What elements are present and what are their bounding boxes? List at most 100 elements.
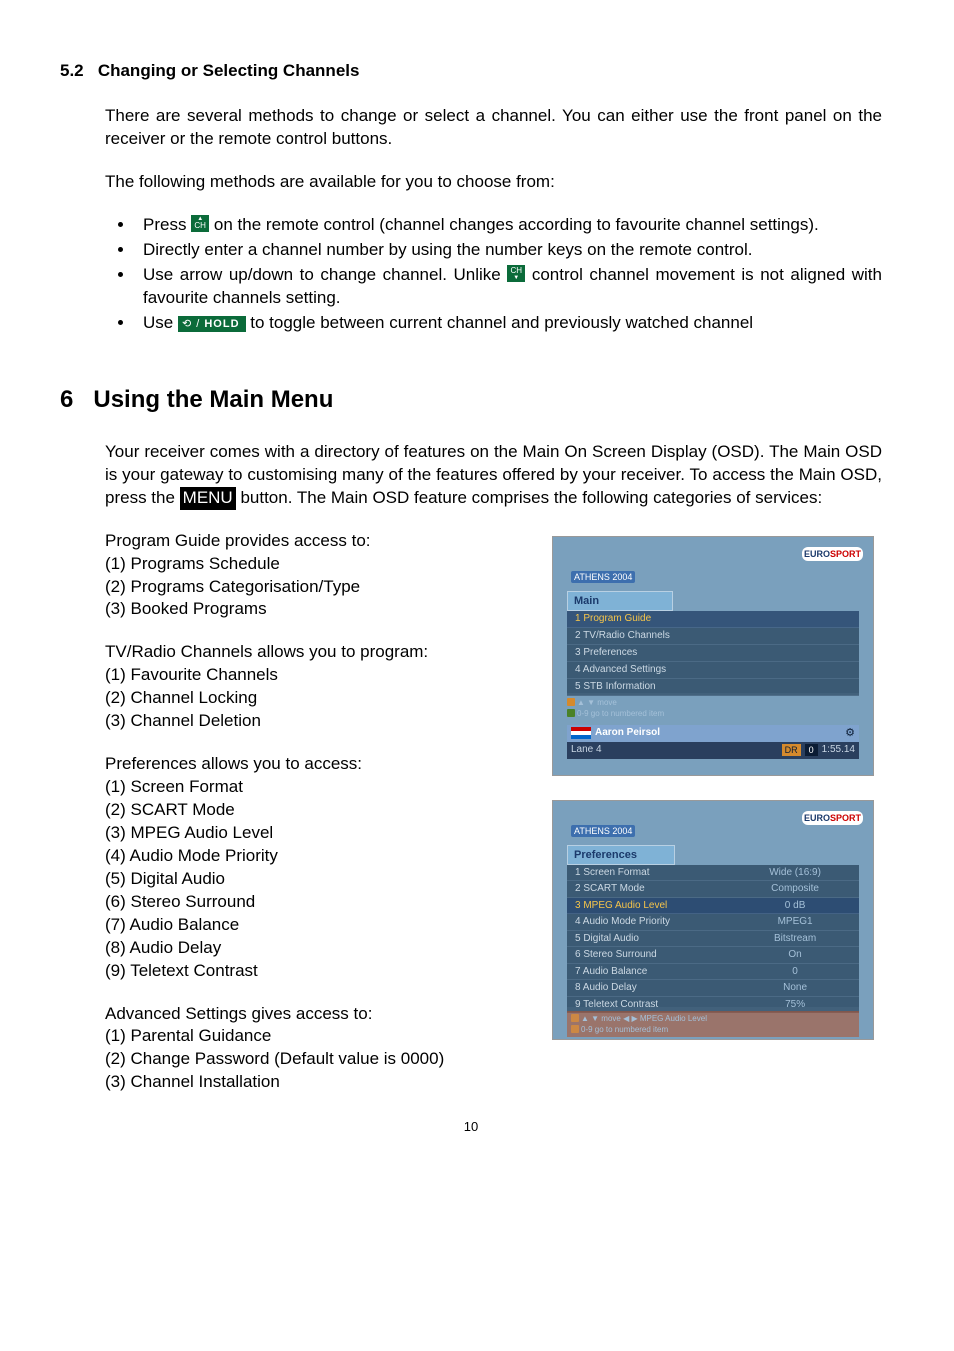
channel-down-icon: CH	[507, 265, 525, 282]
hint-badge-icon	[567, 709, 575, 717]
text: ▲ ▼ move	[577, 698, 617, 707]
flag-icon	[571, 727, 591, 739]
row-value: Wide (16:9)	[731, 865, 859, 881]
osd-row: 5 Digital AudioBitstream	[567, 931, 859, 948]
list-item: (2) Channel Locking	[105, 687, 522, 710]
list-item: Use HOLD to toggle between current chann…	[135, 312, 882, 335]
osd-row: 4 Audio Mode PriorityMPEG1	[567, 914, 859, 931]
list-item: (3) MPEG Audio Level	[105, 822, 522, 845]
list-item: Press CH on the remote control (channel …	[135, 214, 882, 237]
osd-row: 1 Screen FormatWide (16:9)	[567, 865, 859, 882]
osd-hints: ▲ ▼ move ◀ ▶ MPEG Audio Level 0-9 go to …	[567, 1011, 859, 1037]
main-osd-screenshot: EUROSPORT ATHENS 2004 Main 1 Program Gui…	[552, 536, 874, 776]
row-label: 2 SCART Mode	[575, 881, 731, 897]
list-item: (6) Stereo Surround	[105, 891, 522, 914]
eurosport-logo-icon: EUROSPORT	[802, 811, 863, 825]
hold-button-icon: HOLD	[178, 316, 246, 333]
dr-badge: DR	[782, 744, 801, 756]
osd-row: 6 Stereo SurroundOn	[567, 947, 859, 964]
list-item: (1) Favourite Channels	[105, 664, 522, 687]
list-item: (8) Audio Delay	[105, 937, 522, 960]
osd-row: 2 TV/Radio Channels	[567, 628, 859, 645]
osd-row: 2 SCART ModeComposite	[567, 881, 859, 898]
list-item: (2) Change Password (Default value is 00…	[105, 1048, 522, 1071]
row-label: 6 Stereo Surround	[575, 947, 731, 963]
row-label: 8 Audio Delay	[575, 980, 731, 996]
method-list: Press CH on the remote control (channel …	[105, 214, 882, 335]
box-number: 0	[805, 744, 818, 756]
list-item: (2) SCART Mode	[105, 799, 522, 822]
row-value: MPEG1	[731, 914, 859, 930]
text: 0-9 go to numbered item	[577, 709, 664, 718]
list-item: (4) Audio Mode Priority	[105, 845, 522, 868]
channel-up-icon: CH	[191, 215, 209, 232]
text: EURO	[804, 813, 830, 823]
list-item: (3) Channel Installation	[105, 1071, 522, 1094]
row-value: On	[731, 947, 859, 963]
row-value: 0 dB	[731, 898, 859, 914]
text: EURO	[804, 549, 830, 559]
list-item: (9) Teletext Contrast	[105, 960, 522, 983]
block-title: Program Guide provides access to:	[105, 530, 522, 553]
feature-list-column: Program Guide provides access to: (1) Pr…	[105, 530, 522, 1095]
list-item: (1) Programs Schedule	[105, 553, 522, 576]
text: button. The Main OSD feature comprises t…	[240, 488, 822, 507]
row-value: Bitstream	[731, 931, 859, 947]
list-item: (1) Parental Guidance	[105, 1025, 522, 1048]
row-value: None	[731, 980, 859, 996]
menu-button-label: MENU	[180, 487, 236, 510]
osd-row: 5 STB Information	[567, 679, 859, 696]
screenshot-column: EUROSPORT ATHENS 2004 Main 1 Program Gui…	[552, 530, 882, 1095]
hint-badge-icon	[571, 1025, 579, 1033]
section-6-heading: 6 Using the Main Menu	[60, 384, 882, 416]
text: SPORT	[830, 549, 861, 559]
row-label: 3 MPEG Audio Level	[575, 898, 731, 914]
row-value: 0	[731, 964, 859, 980]
section-6-intro: Your receiver comes with a directory of …	[105, 441, 882, 510]
advanced-block: Advanced Settings gives access to: (1) P…	[105, 1003, 522, 1095]
row-value: Composite	[731, 881, 859, 897]
lane-label: Lane 4	[571, 743, 602, 757]
section-title: Using the Main Menu	[93, 386, 333, 413]
block-title: Advanced Settings gives access to:	[105, 1003, 522, 1026]
text: to toggle between current channel and pr…	[250, 313, 753, 332]
tvradio-block: TV/Radio Channels allows you to program:…	[105, 641, 522, 733]
osd-panel-title: Preferences	[567, 845, 675, 865]
osd-row: 7 Audio Balance0	[567, 964, 859, 981]
row-label: 7 Audio Balance	[575, 964, 731, 980]
osd-row: 3 Preferences	[567, 645, 859, 662]
preferences-osd-screenshot: EUROSPORT ATHENS 2004 Preferences 1 Scre…	[552, 800, 874, 1040]
row-label: 1 Screen Format	[575, 865, 731, 881]
osd-panel-title: Main	[567, 591, 673, 611]
list-item: (7) Audio Balance	[105, 914, 522, 937]
gear-icon: ⚙	[845, 726, 855, 741]
osd-preferences-list: 1 Screen FormatWide (16:9) 2 SCART ModeC…	[567, 865, 859, 1007]
broadcast-chip: ATHENS 2004	[571, 825, 635, 837]
osd-row: 3 MPEG Audio Level0 dB	[567, 898, 859, 915]
osd-row: 8 Audio DelayNone	[567, 980, 859, 997]
list-item: (5) Digital Audio	[105, 868, 522, 891]
hint-badge-icon	[567, 698, 575, 706]
text: Use	[143, 313, 178, 332]
lead-paragraph: The following methods are available for …	[105, 171, 882, 194]
eurosport-logo-icon: EUROSPORT	[802, 547, 863, 561]
list-item: (3) Channel Deletion	[105, 710, 522, 733]
text: Press	[143, 215, 191, 234]
section-title: Changing or Selecting Channels	[98, 61, 360, 80]
page-number: 10	[60, 1118, 882, 1136]
channel-info-bar: Aaron Peirsol ⚙ Lane 4 DR 0 1:55.14	[567, 725, 859, 759]
row-label: 5 Digital Audio	[575, 931, 731, 947]
osd-row: 1 Program Guide	[567, 611, 859, 628]
broadcast-chip: ATHENS 2004	[571, 571, 635, 583]
list-item: Use arrow up/down to change channel. Unl…	[135, 264, 882, 310]
text: on the remote control (channel changes a…	[214, 215, 819, 234]
preferences-block: Preferences allows you to access: (1) Sc…	[105, 753, 522, 982]
section-number: 6	[60, 386, 73, 413]
block-title: Preferences allows you to access:	[105, 753, 522, 776]
osd-row: 4 Advanced Settings	[567, 662, 859, 679]
osd-hints: ▲ ▼ move 0-9 go to numbered item	[567, 697, 664, 719]
osd-main-list: 1 Program Guide 2 TV/Radio Channels 3 Pr…	[567, 611, 859, 693]
list-item: Directly enter a channel number by using…	[135, 239, 882, 262]
list-item: (2) Programs Categorisation/Type	[105, 576, 522, 599]
text: 0-9 go to numbered item	[581, 1025, 668, 1034]
